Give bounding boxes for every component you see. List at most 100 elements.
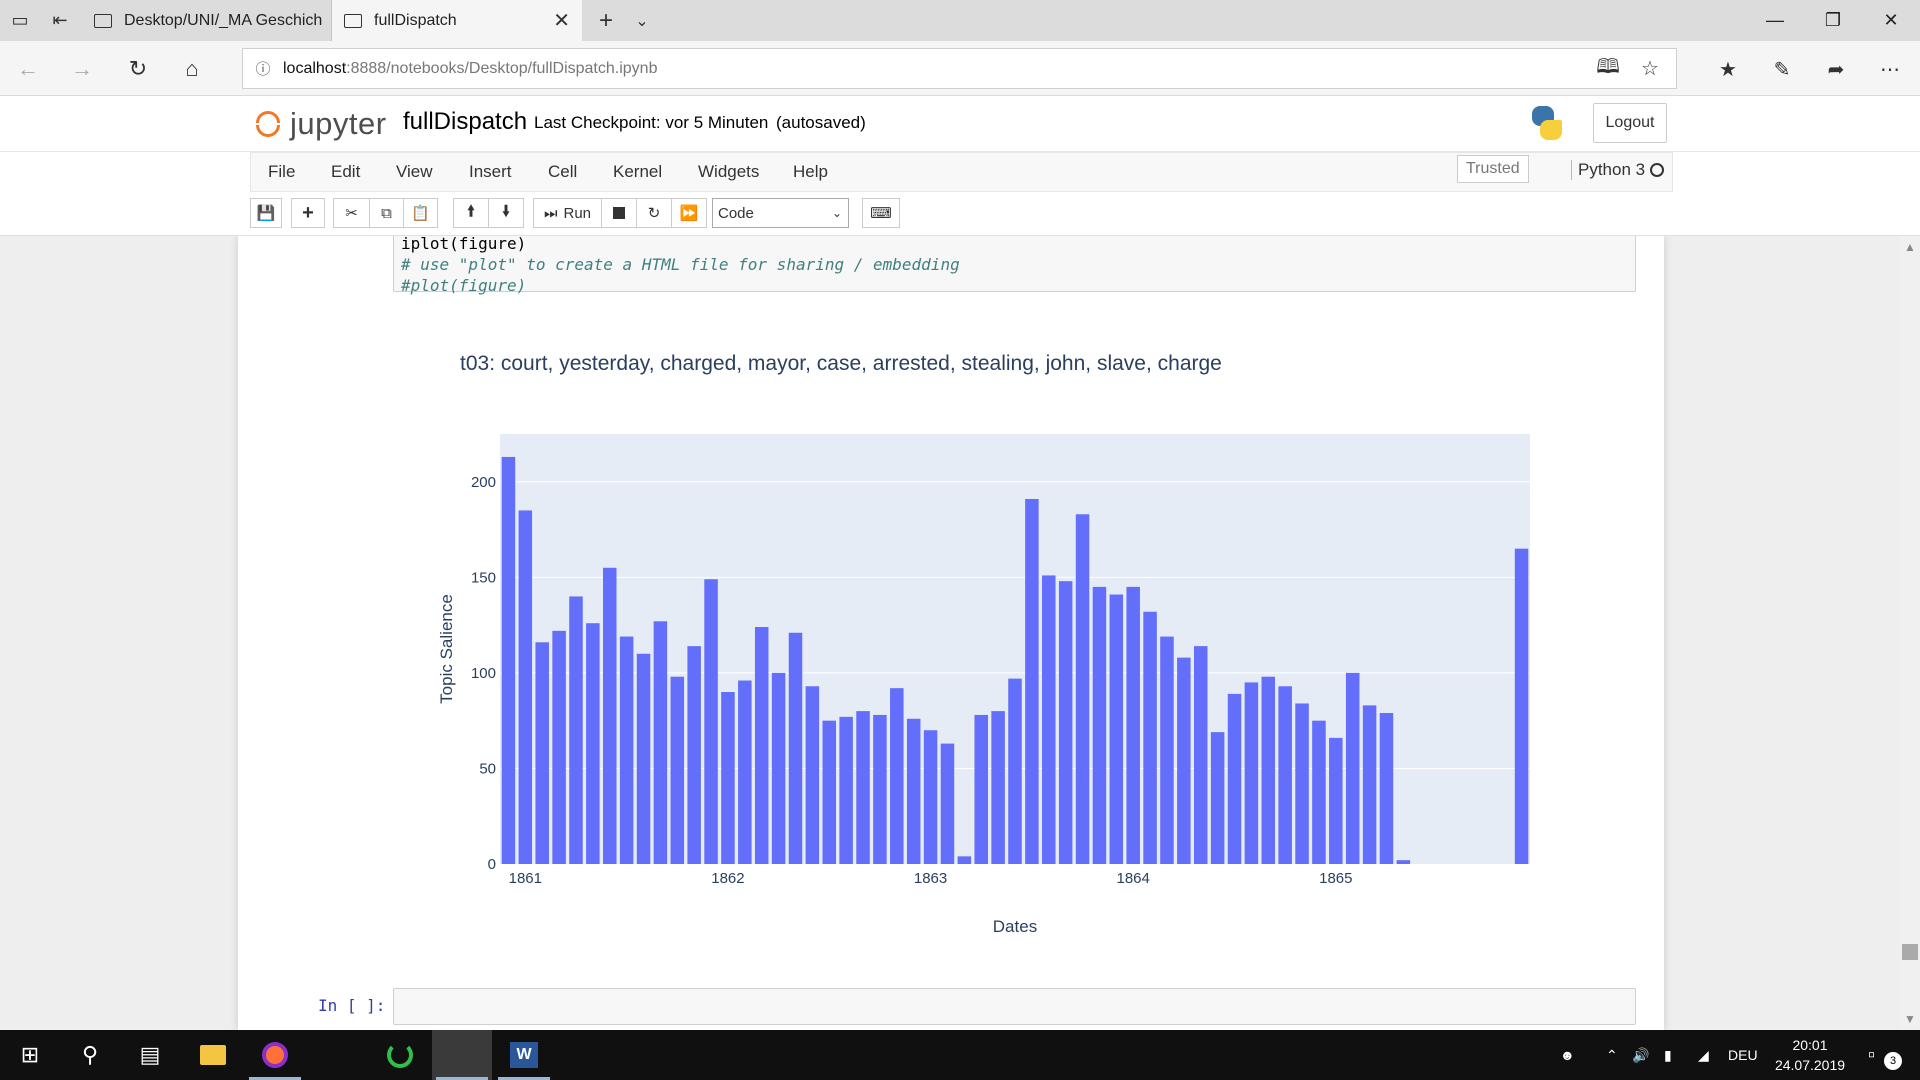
menu-edit[interactable]: Edit	[331, 162, 360, 182]
scroll-down-icon[interactable]: ▼	[1904, 1012, 1916, 1026]
bar[interactable]	[1514, 548, 1529, 864]
bar[interactable]	[1362, 705, 1377, 864]
close-window-button[interactable]: ✕	[1862, 0, 1920, 41]
bar[interactable]	[923, 730, 938, 864]
bar[interactable]	[1244, 682, 1259, 864]
favorites-icon[interactable]: ★	[1704, 49, 1752, 89]
bar[interactable]	[1379, 713, 1394, 864]
bar[interactable]	[653, 621, 668, 864]
people-icon[interactable]: ☻	[1560, 1030, 1575, 1080]
bar[interactable]	[856, 711, 870, 864]
bar[interactable]	[670, 676, 685, 864]
bar[interactable]	[991, 711, 1005, 864]
vertical-scrollbar[interactable]: ▲ ▼	[1900, 236, 1920, 1030]
share-icon[interactable]: ➦	[1812, 49, 1860, 89]
url-field[interactable]: ⓘ localhost :8888/notebooks/Desktop/full…	[242, 48, 1677, 89]
bar[interactable]	[501, 456, 516, 864]
search-icon[interactable]: ⚲	[60, 1030, 120, 1080]
loading-app-icon[interactable]	[370, 1030, 430, 1080]
word-icon[interactable]: W	[494, 1030, 554, 1080]
bar[interactable]	[1126, 586, 1140, 864]
favorite-star-icon[interactable]: ☆	[1630, 49, 1670, 88]
run-button[interactable]: ⏭ Run	[533, 198, 602, 228]
logout-button[interactable]: Logout	[1593, 103, 1667, 143]
bar[interactable]	[788, 632, 803, 864]
tab-desktop-uni[interactable]: Desktop/UNI/_MA Geschich	[82, 0, 332, 41]
bar[interactable]	[603, 567, 617, 864]
bar[interactable]	[1193, 646, 1208, 864]
notebook-name[interactable]: fullDispatch	[403, 108, 527, 136]
menu-cell[interactable]: Cell	[548, 162, 577, 182]
action-center-icon[interactable]: ▫	[1868, 1030, 1875, 1080]
bar[interactable]	[704, 579, 718, 864]
restart-run-all-button[interactable]: ⏩	[671, 198, 707, 228]
bar[interactable]	[906, 718, 921, 864]
bar[interactable]	[1092, 586, 1107, 864]
move-up-button[interactable]: 🠙	[453, 198, 489, 228]
cell-type-select[interactable]: Code ⌄	[712, 198, 849, 228]
restore-button[interactable]: ❐	[1804, 0, 1862, 41]
bar[interactable]	[1278, 686, 1292, 864]
new-tab-button[interactable]: +	[590, 0, 622, 41]
close-tab-icon[interactable]: ✕	[553, 8, 570, 33]
menu-help[interactable]: Help	[793, 162, 828, 182]
bar[interactable]	[1177, 657, 1191, 864]
bar[interactable]	[1396, 860, 1411, 864]
bar[interactable]	[805, 686, 820, 864]
bar[interactable]	[1075, 514, 1090, 864]
bar[interactable]	[1227, 693, 1242, 864]
menu-file[interactable]: File	[268, 162, 295, 182]
bar[interactable]	[518, 510, 533, 864]
bar[interactable]	[957, 856, 972, 864]
restart-button[interactable]: ↻	[636, 198, 672, 228]
bar[interactable]	[1261, 676, 1276, 864]
language-indicator[interactable]: DEU	[1728, 1030, 1758, 1080]
paste-button[interactable]: 📋	[403, 198, 438, 228]
bar[interactable]	[687, 646, 701, 864]
tab-fulldispatch[interactable]: fullDispatch ✕	[332, 0, 582, 41]
bar[interactable]	[771, 672, 786, 864]
save-button[interactable]: 💾	[250, 198, 282, 228]
tab-list-chevron-icon[interactable]: ⌄	[626, 0, 658, 41]
bar[interactable]	[1345, 672, 1360, 864]
copy-button[interactable]: ⧉	[369, 198, 404, 228]
bar[interactable]	[1025, 498, 1039, 864]
task-view-icon[interactable]: ▤	[120, 1030, 180, 1080]
reading-view-icon[interactable]: 🕮	[1588, 49, 1628, 88]
info-icon[interactable]: ⓘ	[243, 58, 283, 79]
cut-button[interactable]: ✂	[333, 198, 370, 228]
bar[interactable]	[1143, 611, 1157, 864]
battery-icon[interactable]: ▮	[1664, 1030, 1672, 1080]
start-windows-icon[interactable]: ⊞	[0, 1030, 60, 1080]
menu-kernel[interactable]: Kernel	[613, 162, 662, 182]
bar[interactable]	[873, 714, 887, 864]
bar[interactable]	[1312, 720, 1326, 864]
menu-view[interactable]: View	[396, 162, 433, 182]
set-aside-tabs-icon[interactable]: ⇤	[40, 0, 80, 41]
insert-cell-button[interactable]: +	[291, 198, 325, 228]
bar[interactable]	[974, 714, 988, 864]
volume-icon[interactable]: 🔊	[1632, 1030, 1649, 1080]
move-down-button[interactable]: 🠛	[488, 198, 524, 228]
bar[interactable]	[569, 596, 583, 864]
bar[interactable]	[1329, 737, 1343, 864]
bar[interactable]	[1295, 703, 1309, 864]
bar[interactable]	[754, 627, 769, 864]
trusted-indicator[interactable]: Trusted	[1457, 155, 1529, 183]
scroll-up-icon[interactable]: ▲	[1904, 240, 1916, 254]
file-explorer-icon[interactable]	[183, 1030, 243, 1080]
bar[interactable]	[839, 716, 853, 864]
bar[interactable]	[552, 630, 566, 864]
bar[interactable]	[822, 720, 837, 864]
command-palette-button[interactable]: ⌨	[862, 198, 900, 228]
bar[interactable]	[1058, 581, 1073, 864]
bar[interactable]	[619, 636, 634, 864]
home-button[interactable]: ⌂	[172, 49, 212, 89]
menu-insert[interactable]: Insert	[469, 162, 512, 182]
forward-button[interactable]: →	[62, 49, 102, 89]
bar[interactable]	[738, 680, 752, 864]
bar[interactable]	[1210, 732, 1225, 864]
bar[interactable]	[1042, 575, 1056, 864]
menu-widgets[interactable]: Widgets	[698, 162, 759, 182]
bar[interactable]	[1008, 678, 1022, 864]
